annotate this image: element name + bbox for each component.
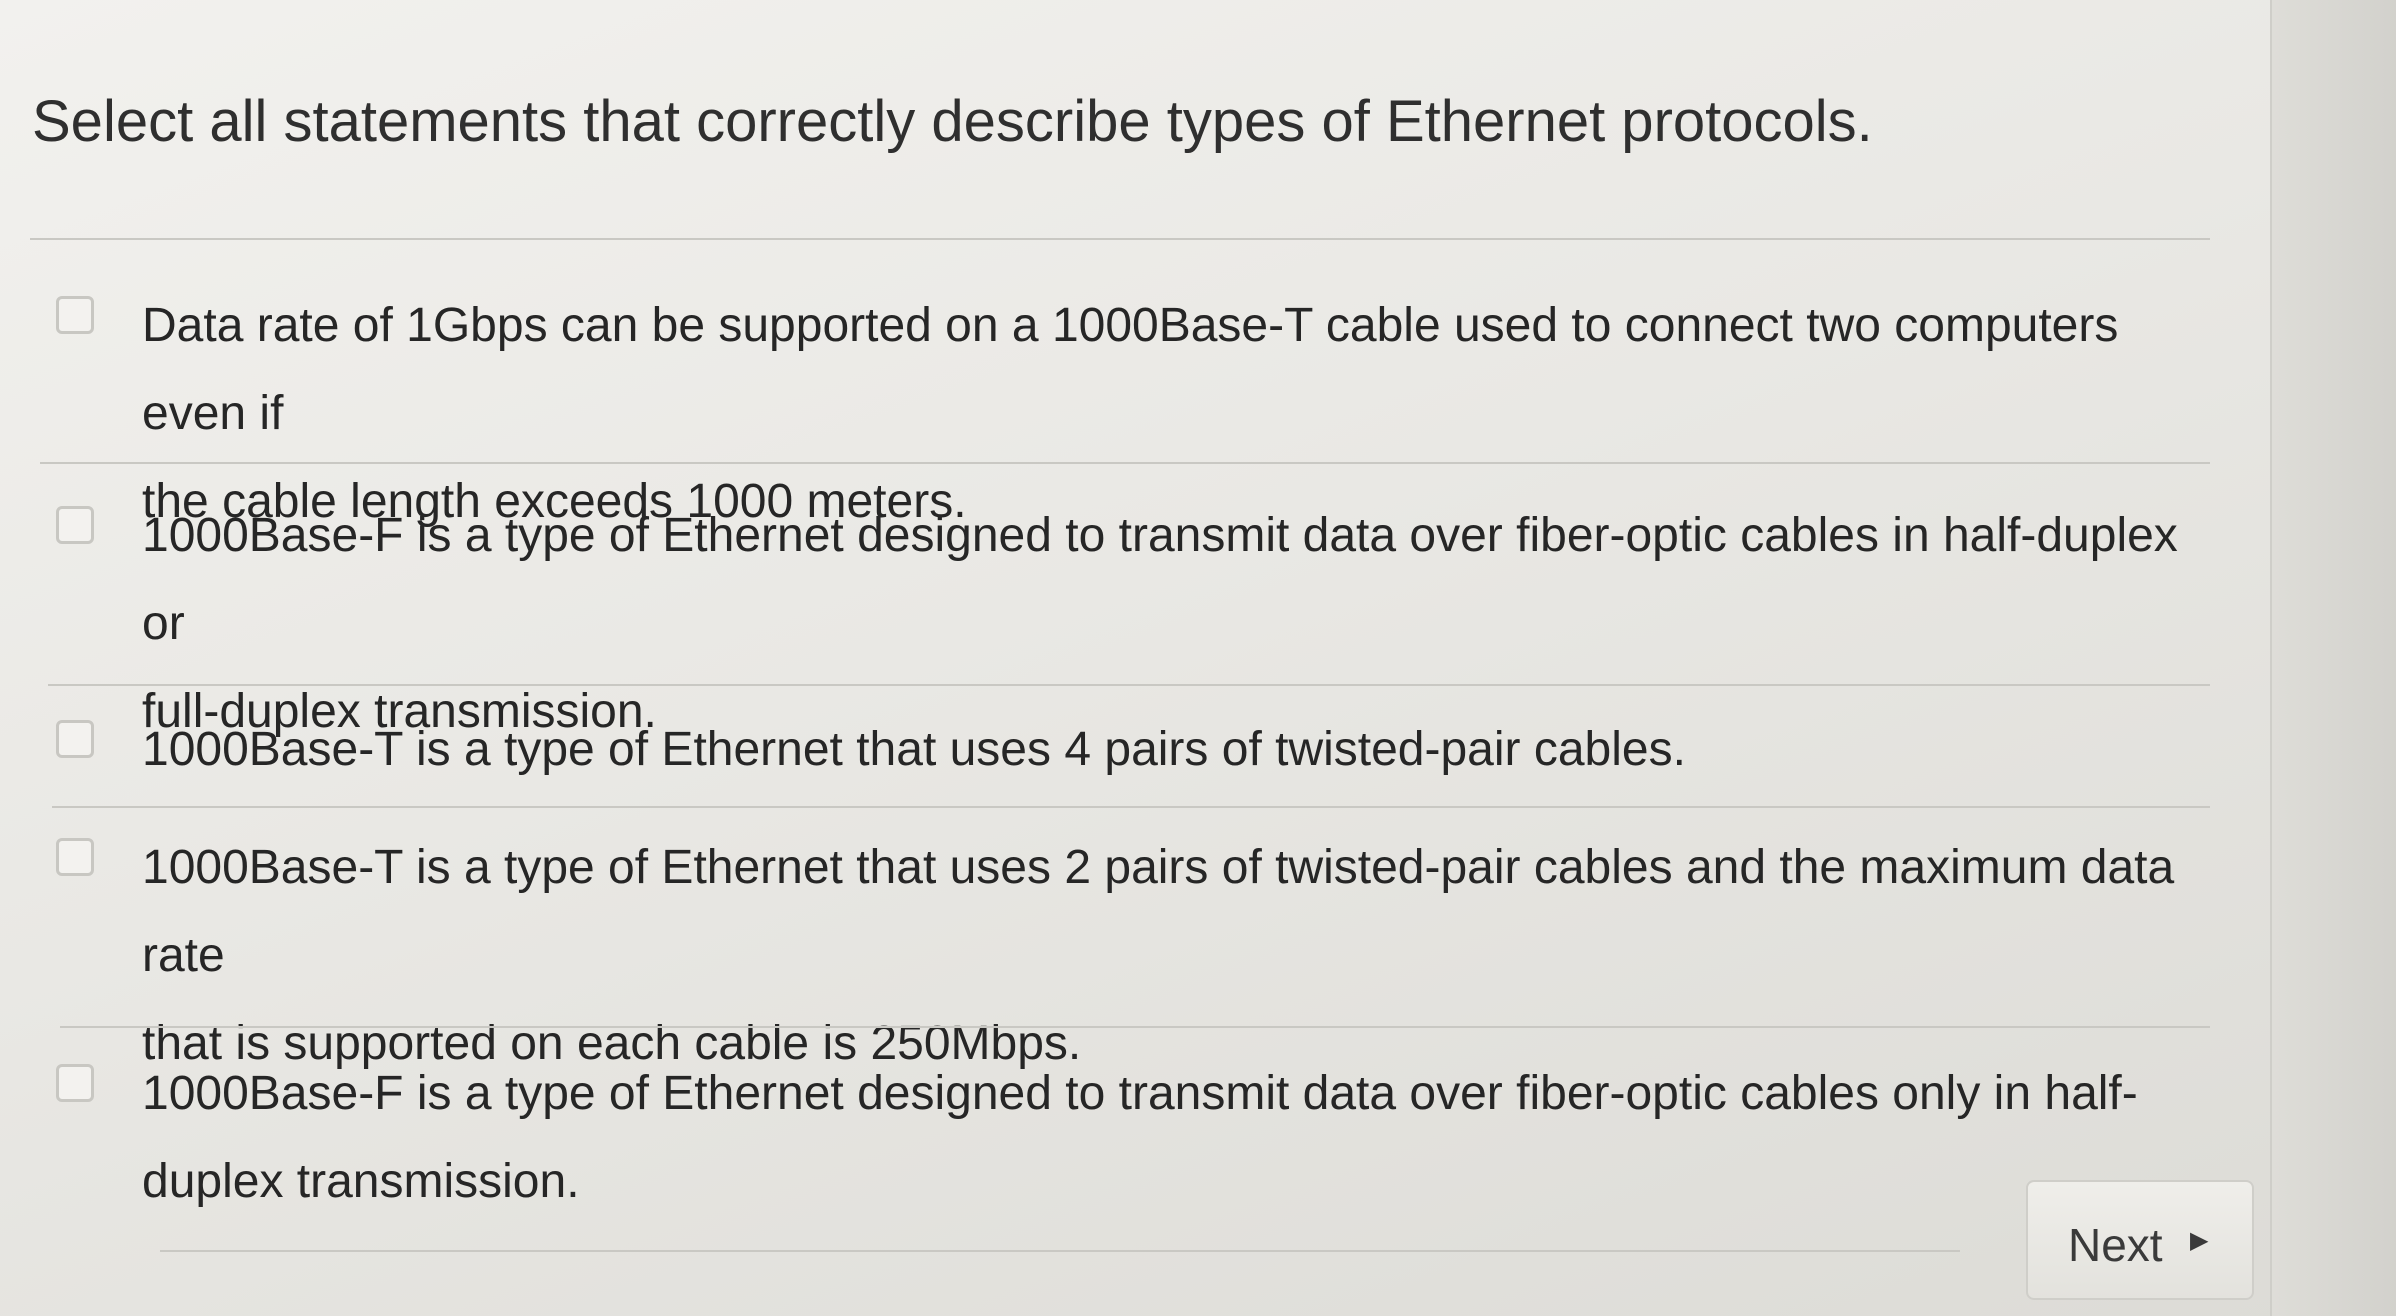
option-checkbox[interactable] [56,838,94,876]
option-text-line: 1000Base-T is a type of Ethernet that us… [142,841,2175,982]
option-checkbox[interactable] [56,506,94,544]
quiz-screen: Select all statements that correctly des… [0,0,2396,1316]
option-text-line: duplex transmission. [142,1155,580,1208]
divider [60,1026,2210,1028]
next-button-label: Next [2068,1219,2163,1271]
option-text: 1000Base-T is a type of Ethernet that us… [142,706,2222,794]
divider [48,684,2210,686]
option-checkbox[interactable] [56,720,94,758]
option-text-line: 1000Base-F is a type of Ethernet designe… [142,509,2178,650]
option-text: 1000Base-T is a type of Ethernet that us… [142,824,2222,1088]
triangle-right-icon: ▶ [2190,1227,2209,1254]
option-text-line: Data rate of 1Gbps can be supported on a… [142,299,2119,440]
option-text: 1000Base-F is a type of Ethernet designe… [142,1050,2222,1226]
option-checkbox[interactable] [56,296,94,334]
next-button[interactable]: Next ▶ [2026,1180,2254,1300]
divider [40,462,2210,464]
divider [160,1250,1960,1252]
option-text-line: 1000Base-F is a type of Ethernet designe… [142,1067,2138,1120]
question-title: Select all statements that correctly des… [32,89,1873,154]
page-gutter [2270,0,2396,1316]
divider [52,806,2210,808]
option-text-line: 1000Base-T is a type of Ethernet that us… [142,723,1686,776]
option-checkbox[interactable] [56,1064,94,1102]
divider [30,238,2210,240]
